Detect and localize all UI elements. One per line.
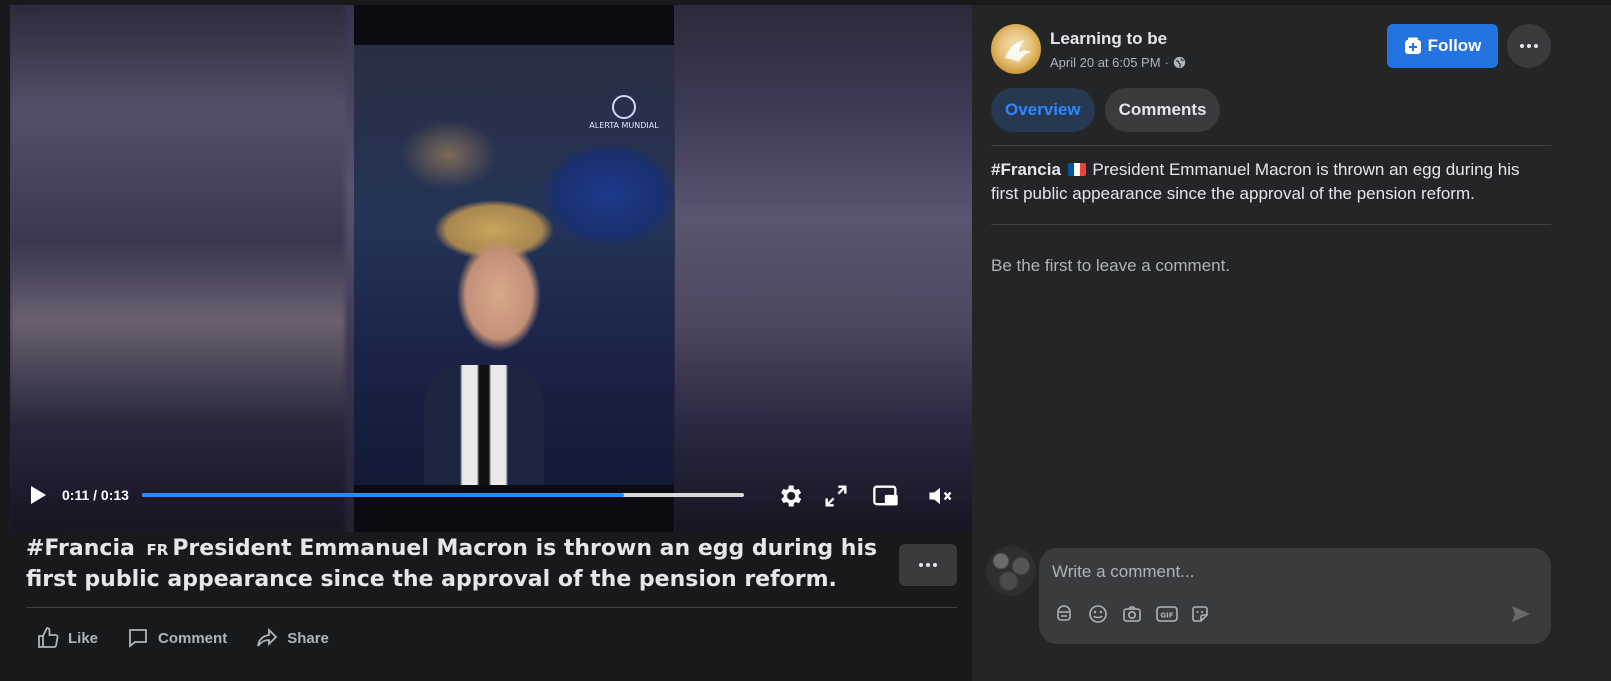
post-timestamp[interactable]: April 20 at 6:05 PM (1050, 55, 1161, 70)
thumbs-up-icon (38, 627, 59, 648)
duration: 0:13 (100, 487, 129, 503)
caption-flag: FR (146, 541, 169, 559)
france-flag-icon (1067, 163, 1086, 176)
globe-icon[interactable] (1173, 56, 1186, 69)
follow-label: Follow (1427, 36, 1482, 55)
divider (991, 224, 1551, 225)
send-icon[interactable] (1509, 602, 1533, 626)
tab-comments[interactable]: Comments (1104, 88, 1221, 132)
watermark-logo-icon (612, 95, 636, 119)
camera-button[interactable] (1122, 601, 1156, 627)
comment-composer: GIF (1039, 548, 1551, 644)
video-progress-fill (142, 493, 624, 497)
speaker-muted-icon[interactable] (926, 482, 954, 510)
share-button[interactable]: Share (255, 623, 329, 653)
more-dots-icon (919, 563, 937, 567)
share-arrow-icon (257, 627, 278, 647)
video-subject (424, 365, 544, 485)
user-avatar[interactable] (986, 546, 1036, 596)
empty-comments-message: Be the first to leave a comment. (991, 256, 1231, 275)
post-actions: Like Comment Share (36, 623, 357, 653)
caption-more-button[interactable] (899, 544, 957, 586)
sticker-button[interactable] (1190, 601, 1224, 627)
more-dots-icon (1520, 44, 1538, 48)
emoji-button[interactable] (1088, 601, 1122, 627)
post-description: #Francia President Emmanuel Macron is th… (991, 158, 1551, 206)
page-name[interactable]: Learning to be (1050, 29, 1167, 49)
video-controls: 0:11 / 0:13 (10, 472, 1000, 522)
picture-in-picture-icon[interactable] (872, 482, 900, 510)
meta-separator: · (1164, 55, 1169, 70)
sticker-icon (1192, 606, 1208, 622)
tab-overview[interactable]: Overview (991, 88, 1095, 132)
video-watermark: ALERTA MUNDIAL (584, 95, 664, 130)
video-time: 0:11 / 0:13 (62, 487, 129, 503)
video-pane: ALERTA MUNDIAL 0:11 / 0:13 #Francia FR P… (0, 5, 1000, 681)
comment-input[interactable] (1052, 557, 1532, 587)
video-player[interactable]: ALERTA MUNDIAL (10, 5, 1000, 532)
comment-button[interactable]: Comment (126, 623, 227, 653)
gif-icon: GIF (1156, 606, 1178, 622)
page-avatar[interactable] (991, 24, 1041, 74)
expand-icon[interactable] (822, 482, 850, 510)
sidebar-tabs: Overview Comments (991, 88, 1230, 132)
comment-label: Comment (158, 629, 228, 647)
post-caption: #Francia FR President Emmanuel Macron is … (26, 534, 886, 594)
svg-text:GIF: GIF (1160, 612, 1173, 620)
camera-icon (1123, 606, 1141, 622)
video-progress-bar[interactable] (142, 493, 744, 497)
description-hashtag[interactable]: #Francia (991, 160, 1061, 179)
divider (991, 145, 1551, 146)
post-options-button[interactable] (1507, 24, 1551, 68)
divider (26, 607, 957, 608)
speech-bubble-icon (129, 629, 147, 648)
caption-hashtag[interactable]: #Francia (26, 536, 135, 561)
like-button[interactable]: Like (36, 623, 98, 653)
follow-button[interactable]: Follow (1387, 24, 1498, 68)
video-blur-background-left (10, 5, 345, 532)
current-time: 0:11 (62, 487, 90, 503)
emoji-icon (1089, 605, 1107, 623)
share-label: Share (287, 629, 329, 647)
gif-button[interactable]: GIF (1156, 601, 1190, 627)
avatar-sticker-icon (1057, 605, 1071, 621)
play-icon[interactable] (28, 484, 48, 506)
video-blur-background-right (675, 5, 1000, 532)
watermark-text: ALERTA MUNDIAL (589, 121, 659, 130)
post-meta: April 20 at 6:05 PM · (1050, 55, 1186, 70)
avatar-sticker-button[interactable] (1054, 601, 1088, 627)
gear-icon[interactable] (776, 482, 804, 510)
add-page-icon (1404, 37, 1421, 54)
comment-tools: GIF (1054, 601, 1224, 627)
post-sidebar: Learning to be April 20 at 6:05 PM · Fol… (972, 5, 1611, 681)
eagle-logo-icon (1005, 40, 1031, 62)
video-frame[interactable]: ALERTA MUNDIAL (354, 5, 674, 532)
like-label: Like (68, 629, 99, 647)
